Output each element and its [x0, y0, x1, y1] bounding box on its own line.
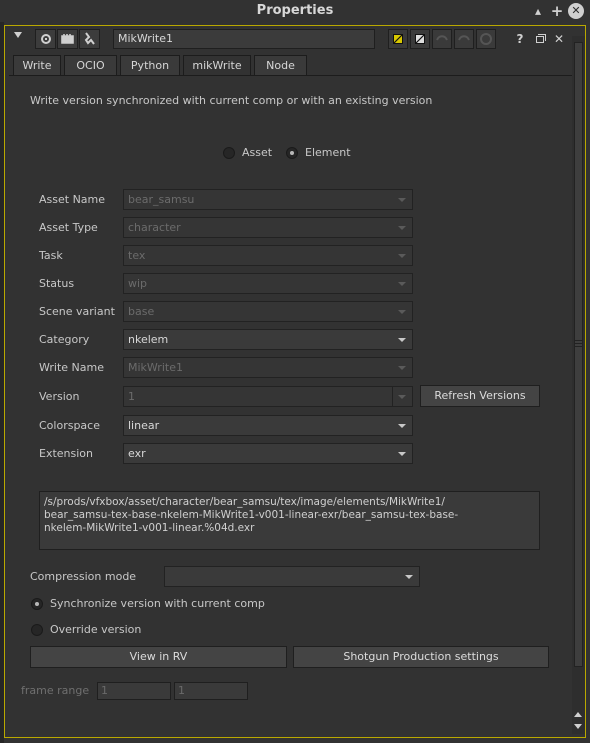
asset-radio-label: Asset [242, 146, 273, 159]
description-text: Write version synchronized with current … [30, 94, 433, 107]
scroll-grip [575, 346, 582, 347]
center-node-button[interactable] [35, 29, 56, 49]
extension-label: Extension [39, 447, 94, 460]
override-version-label: Override version [50, 623, 142, 636]
output-path-value: /s/prods/vfxbox/asset/character/bear_sam… [44, 496, 459, 534]
write-name-dropdown[interactable]: MikWrite1 [123, 357, 413, 378]
write-name-value: MikWrite1 [128, 361, 183, 374]
float-panel-icon[interactable]: + [549, 3, 565, 19]
frame-range-end[interactable]: 1 [174, 682, 248, 700]
category-value: nkelem [128, 333, 169, 346]
input-node-button[interactable] [57, 29, 78, 49]
chevron-down-icon [398, 424, 406, 428]
undo-icon [436, 35, 448, 41]
task-value: tex [128, 249, 146, 262]
task-dropdown[interactable]: tex [123, 245, 413, 266]
tab-node[interactable]: Node [254, 55, 307, 75]
help-icon[interactable]: ? [512, 30, 528, 48]
version-value: 1 [128, 390, 135, 403]
revert-icon [480, 33, 492, 45]
undo-button[interactable] [432, 29, 452, 49]
scroll-grip [575, 340, 582, 341]
asset-type-label: Asset Type [39, 221, 98, 234]
asset-name-dropdown[interactable]: bear_samsu [123, 189, 413, 210]
chevron-down-icon [398, 338, 406, 342]
chevron-down-icon [398, 310, 406, 314]
asset-type-dropdown[interactable]: character [123, 217, 413, 238]
frame-range-start[interactable]: 1 [97, 682, 171, 700]
element-radio[interactable] [286, 147, 298, 159]
revert-button[interactable] [476, 29, 496, 49]
tab-mikwrite[interactable]: mikWrite [183, 55, 251, 76]
category-dropdown[interactable]: nkelem [123, 329, 413, 350]
node-color-icon [393, 34, 403, 44]
write-name-label: Write Name [39, 361, 104, 374]
status-dropdown[interactable]: wip [123, 273, 413, 294]
asset-name-value: bear_samsu [128, 193, 195, 206]
view-in-rv-button[interactable]: View in RV [30, 646, 287, 668]
chevron-down-icon [398, 226, 406, 230]
chevron-down-icon [398, 395, 406, 399]
float-node-icon[interactable] [532, 30, 548, 48]
chevron-down-icon [398, 452, 406, 456]
status-label: Status [39, 277, 75, 290]
version-label: Version [39, 390, 80, 403]
node-input-icon [61, 34, 74, 44]
window-title: Properties [256, 3, 334, 18]
asset-radio[interactable] [223, 147, 235, 159]
scene-variant-value: base [128, 305, 155, 318]
output-path-text[interactable]: /s/prods/vfxbox/asset/character/bear_sam… [39, 491, 540, 550]
node-color-button[interactable] [388, 29, 408, 49]
node-name-field[interactable]: MikWrite1 [113, 29, 375, 49]
colorspace-value: linear [128, 419, 160, 432]
redo-button[interactable] [454, 29, 474, 49]
extension-dropdown[interactable]: exr [123, 443, 413, 464]
wrench-icon [84, 32, 95, 45]
compression-mode-label: Compression mode [30, 570, 137, 583]
version-divider [392, 387, 393, 406]
node-secondary-color-button[interactable] [410, 29, 430, 49]
tab-ocio[interactable]: OCIO [64, 55, 117, 75]
scene-variant-label: Scene variant [39, 305, 115, 318]
collapse-icon[interactable]: ▴ [530, 3, 546, 19]
close-icon[interactable]: ✕ [568, 3, 584, 19]
scene-variant-dropdown[interactable]: base [123, 301, 413, 322]
tab-write[interactable]: Write [13, 55, 61, 75]
frame-range-label: frame range [21, 684, 90, 697]
extension-value: exr [128, 447, 146, 460]
scrollbar-thumb[interactable] [574, 42, 583, 667]
node-collapse-icon[interactable] [14, 32, 22, 38]
secondary-color-icon [415, 34, 425, 44]
task-label: Task [39, 249, 63, 262]
element-radio-label: Element [305, 146, 351, 159]
chevron-down-icon [398, 254, 406, 258]
tab-divider [9, 75, 573, 76]
chevron-down-icon [398, 198, 406, 202]
refresh-versions-button[interactable]: Refresh Versions [420, 385, 540, 407]
category-label: Category [39, 333, 90, 346]
chevron-down-icon [398, 282, 406, 286]
status-value: wip [128, 277, 148, 290]
sync-version-label: Synchronize version with current comp [50, 597, 265, 610]
close-node-icon[interactable]: ✕ [551, 30, 567, 48]
scroll-down-icon[interactable] [574, 723, 583, 731]
asset-name-label: Asset Name [39, 193, 106, 206]
colorspace-dropdown[interactable]: linear [123, 415, 413, 436]
override-version-radio[interactable] [31, 624, 43, 636]
asset-type-value: character [128, 221, 181, 234]
scroll-grip [575, 343, 582, 344]
chevron-down-icon [398, 366, 406, 370]
redo-icon [458, 35, 470, 41]
scroll-up-icon[interactable] [574, 711, 583, 719]
colorspace-label: Colorspace [39, 419, 100, 432]
compression-mode-dropdown[interactable] [164, 566, 420, 587]
tab-python[interactable]: Python [120, 55, 180, 75]
shotgun-settings-button[interactable]: Shotgun Production settings [293, 646, 549, 668]
chevron-down-icon [405, 575, 413, 579]
sync-version-radio[interactable] [31, 598, 43, 610]
version-dropdown[interactable]: 1 [123, 386, 413, 407]
settings-node-button[interactable] [79, 29, 100, 49]
